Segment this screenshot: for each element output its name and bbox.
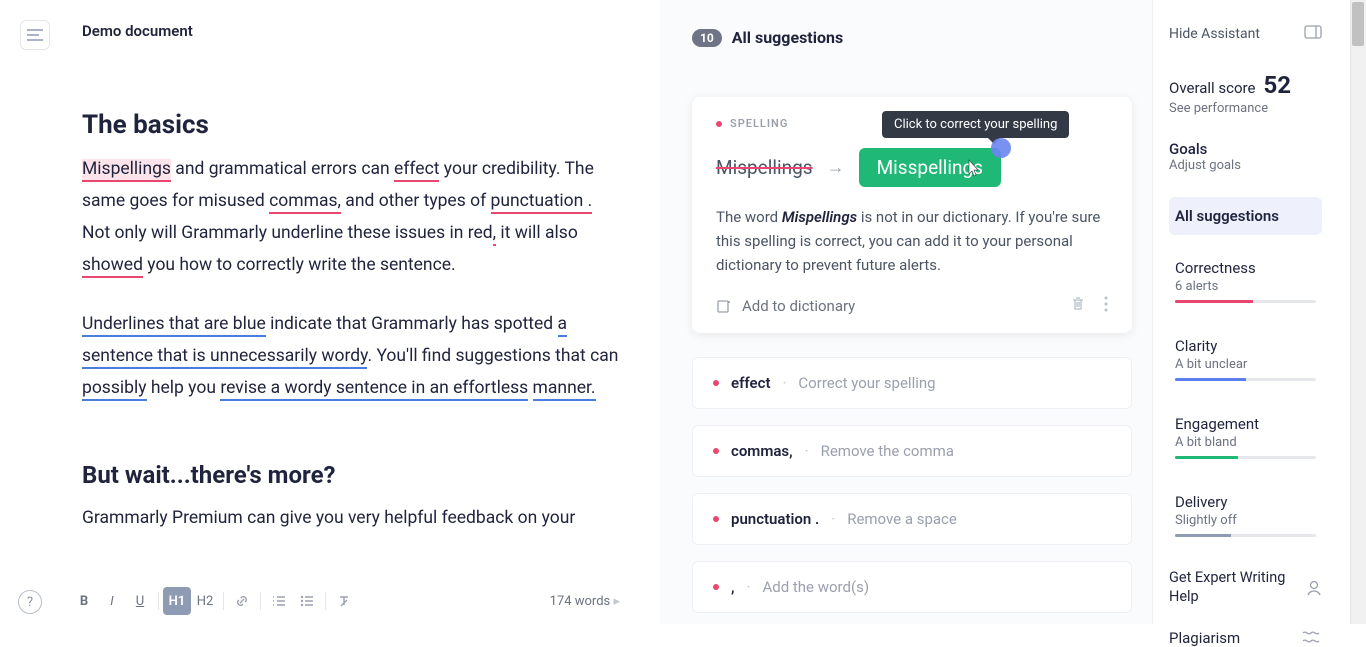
category-dot-icon — [713, 516, 719, 522]
clear-format-button[interactable] — [330, 587, 358, 615]
paragraph-2[interactable]: Underlines that are blue indicate that G… — [82, 309, 622, 405]
mini-word: commas, — [731, 442, 793, 460]
goals-title: Goals — [1169, 140, 1322, 158]
category-dot-icon — [713, 380, 719, 386]
link-icon — [234, 593, 250, 609]
error-commas[interactable]: commas, — [269, 191, 341, 214]
error-effect[interactable]: effect — [394, 159, 439, 182]
bullet-list-icon — [299, 593, 315, 609]
suggestion-card-expanded[interactable]: SPELLING Click to correct your spelling … — [692, 97, 1132, 333]
clarity-possibly[interactable]: possibly — [82, 378, 147, 401]
dismiss-button[interactable] — [1070, 295, 1086, 317]
adjust-goals-link[interactable]: Adjust goals — [1169, 158, 1322, 173]
assistant-sidebar: Hide Assistant Overall score 52 See perf… — [1152, 0, 1342, 624]
menu-icon — [27, 29, 43, 41]
scrollbar[interactable] — [1350, 0, 1366, 624]
numbered-list-button[interactable] — [265, 587, 293, 615]
paragraph-1[interactable]: Mispellings and grammatical errors can e… — [82, 154, 622, 281]
category-dot-icon — [713, 584, 719, 590]
cat-all-suggestions[interactable]: All suggestions — [1169, 197, 1322, 235]
editor-pane: Demo document The basics Mispellings and… — [0, 0, 660, 624]
apply-correction-button[interactable]: Misspellings — [859, 148, 1001, 187]
trash-icon — [1070, 295, 1086, 313]
suggestions-pane: 10 All suggestions SPELLING Click to cor… — [660, 0, 1152, 624]
suggestion-card-collapsed[interactable]: ,·Add the word(s) — [692, 561, 1132, 613]
more-options-button[interactable] — [1104, 296, 1108, 316]
mini-hint: Add the word(s) — [762, 578, 869, 596]
clear-format-icon — [336, 593, 352, 609]
plagiarism-button[interactable]: Plagiarism — [1169, 629, 1322, 647]
paragraph-3[interactable]: Grammarly Premium can give you very help… — [82, 503, 622, 535]
clarity-underlines[interactable]: Underlines that are blue — [82, 314, 266, 337]
scrollbar-thumb[interactable] — [1352, 2, 1364, 46]
bullet-list-button[interactable] — [293, 587, 321, 615]
clarity-manner[interactable]: manner. — [533, 378, 596, 401]
format-toolbar: B I U H1 H2 174 words ▸ — [70, 584, 660, 618]
h1-button[interactable]: H1 — [163, 587, 191, 615]
clarity-revise[interactable]: revise a wordy sentence in an effortless — [220, 378, 528, 401]
mini-hint: Correct your spelling — [798, 374, 935, 392]
document-title[interactable]: Demo document — [82, 22, 630, 40]
expert-help-button[interactable]: Get Expert Writing Help — [1169, 569, 1322, 607]
help-button[interactable]: ? — [18, 590, 42, 614]
suggestion-card-collapsed[interactable]: effect·Correct your spelling — [692, 357, 1132, 409]
menu-button[interactable] — [20, 20, 50, 50]
add-to-dictionary-button[interactable]: Add to dictionary — [716, 297, 855, 315]
card-category: SPELLING — [730, 117, 788, 130]
dictionary-icon — [716, 298, 732, 314]
category-dot-icon — [716, 121, 722, 127]
suggestion-card-collapsed[interactable]: punctuation .·Remove a space — [692, 493, 1132, 545]
hide-assistant-button[interactable]: Hide Assistant — [1169, 26, 1260, 42]
category-dot-icon — [713, 448, 719, 454]
heading-basics[interactable]: The basics — [82, 110, 630, 140]
mini-word: , — [731, 578, 735, 596]
cursor-icon — [965, 158, 983, 178]
plagiarism-icon — [1300, 630, 1322, 646]
highlight-ping-icon — [991, 138, 1011, 158]
suggestion-count-badge: 10 — [692, 29, 722, 47]
word-count[interactable]: 174 words ▸ — [550, 594, 620, 609]
h2-button[interactable]: H2 — [191, 587, 219, 615]
collapse-icon[interactable] — [1304, 24, 1322, 43]
cat-clarity[interactable]: ClarityA bit unclear — [1169, 327, 1322, 391]
mini-hint: Remove the comma — [821, 442, 954, 460]
suggestion-card-collapsed[interactable]: commas,·Remove the comma — [692, 425, 1132, 477]
cat-delivery[interactable]: DeliverySlightly off — [1169, 483, 1322, 547]
clarity-sentence[interactable]: sentence that is unnecessarily wordy — [82, 346, 367, 369]
ordered-list-icon — [271, 593, 287, 609]
overall-score[interactable]: Overall score 52 — [1169, 71, 1322, 99]
bold-button[interactable]: B — [70, 587, 98, 615]
cat-engagement[interactable]: EngagementA bit bland — [1169, 405, 1322, 469]
suggestions-title: All suggestions — [732, 28, 843, 47]
cat-correctness[interactable]: Correctness6 alerts — [1169, 249, 1322, 313]
card-explanation: The word Mispellings is not in our dicti… — [716, 205, 1108, 277]
arrow-icon: → — [827, 157, 845, 178]
correction-tooltip: Click to correct your spelling — [882, 111, 1069, 138]
see-performance-link[interactable]: See performance — [1169, 101, 1322, 116]
suggestions-header: 10 All suggestions — [692, 28, 1132, 47]
mini-hint: Remove a space — [847, 510, 957, 528]
wrong-word: Mispellings — [716, 156, 813, 179]
error-mispellings[interactable]: Mispellings — [82, 159, 171, 182]
heading-more[interactable]: But wait...there's more? — [82, 461, 630, 489]
mini-word: effect — [731, 374, 771, 392]
kebab-icon — [1104, 296, 1108, 312]
link-button[interactable] — [228, 587, 256, 615]
italic-button[interactable]: I — [98, 587, 126, 615]
error-showed[interactable]: showed — [82, 255, 143, 278]
underline-button[interactable]: U — [126, 587, 154, 615]
expert-icon — [1304, 578, 1322, 598]
error-punctuation[interactable]: punctuation . — [491, 191, 593, 214]
mini-word: punctuation . — [731, 510, 819, 528]
